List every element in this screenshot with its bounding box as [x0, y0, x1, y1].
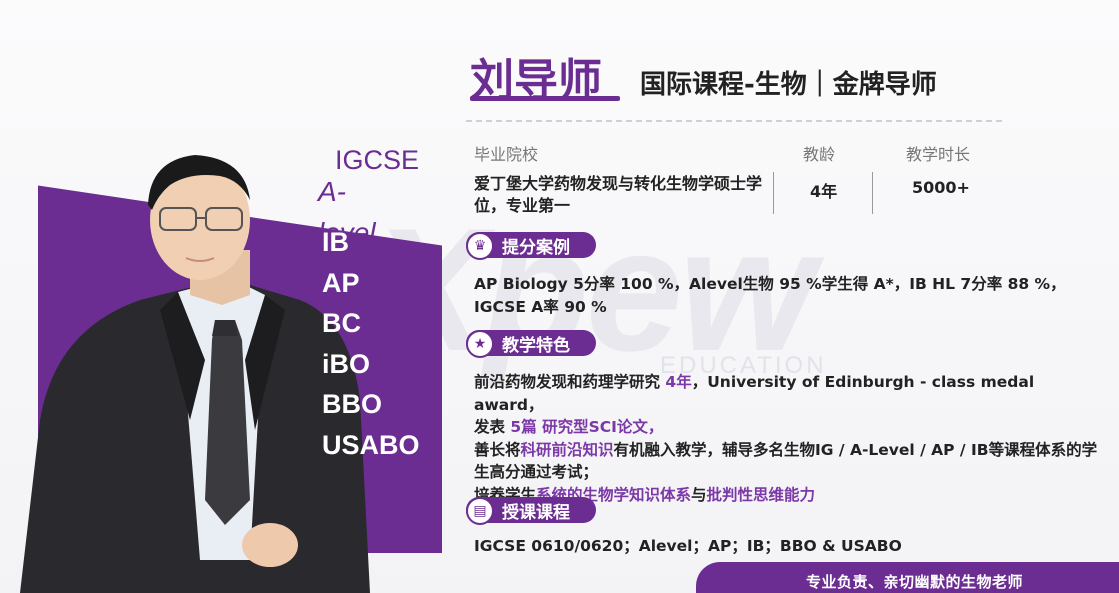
feature-text: 与: [691, 485, 707, 504]
divider: [773, 172, 774, 214]
scores-text: AP Biology 5分率 100 %，Alevel生物 95 %学生得 A*…: [474, 275, 1066, 316]
course-item: AP: [322, 267, 360, 298]
school-label: 毕业院校: [474, 145, 539, 164]
courses-text: IGCSE 0610/0620；Alevel；AP；IB；BBO & USABO: [474, 537, 902, 555]
hours-label: 教学时长: [906, 145, 971, 164]
school-value: 爱丁堡大学药物发现与转化生物学硕士学位，专业第一: [474, 174, 763, 215]
features-text: 前沿药物发现和药理学研究 4年，University of Edinburgh …: [474, 371, 1104, 506]
course-item: iBO: [322, 348, 371, 379]
years-value: 4年: [810, 182, 838, 201]
hours-value: 5000+: [912, 178, 970, 197]
feature-highlight: 4年: [665, 373, 692, 391]
feature-highlight: 科研前沿知识: [520, 440, 614, 459]
feature-highlight: 批判性思维能力: [706, 485, 816, 504]
teacher-title: 国际课程-生物｜金牌导师: [640, 70, 937, 100]
course-item: BC: [322, 308, 361, 339]
name-underline: [470, 96, 620, 101]
feature-text: 善长将: [474, 440, 521, 459]
course-list: IB AP BC iBO BBO USABO: [322, 222, 420, 466]
crown-icon: ♛: [466, 232, 494, 260]
dashed-divider: [466, 120, 1006, 122]
section-title-features: 教学特色: [502, 336, 570, 356]
course-item: IB: [322, 227, 349, 257]
divider: [872, 172, 873, 214]
feature-highlight: 5篇 研究型SCI论文，: [510, 418, 664, 436]
years-label: 教龄: [803, 145, 836, 164]
course-item: BBO: [322, 389, 382, 420]
feature-text: 前沿药物发现和药理学研究: [474, 373, 666, 391]
book-icon: ▤: [466, 497, 494, 525]
footer-slogan: 专业负责、亲切幽默的生物老师: [806, 573, 1024, 591]
section-title-courses: 授课课程: [502, 503, 570, 523]
star-icon: ★: [466, 330, 494, 358]
feature-text: 发表: [474, 418, 511, 436]
course-item: USABO: [322, 429, 420, 460]
section-title-scores: 提分案例: [502, 238, 570, 258]
